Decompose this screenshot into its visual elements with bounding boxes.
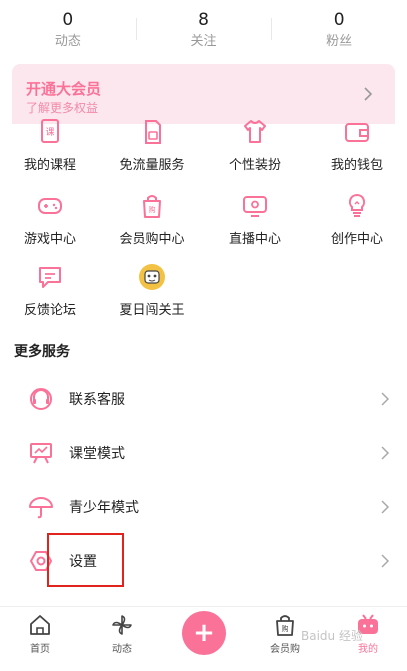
course-icon: 课 [41,119,59,143]
chevron-right-icon [381,392,390,406]
grid-item-label: 我的课程 [23,158,76,173]
summer-event-icon [139,264,165,290]
svg-text:购: 购 [282,624,289,633]
tshirt-icon [244,120,266,143]
profile-stats: 0 动态 8 关注 0 粉丝 [0,0,407,60]
service-row-label: 联系客服 [69,392,125,408]
grid-item-label: 我的钱包 [330,158,383,173]
sim-card-icon [145,120,161,144]
shopping-bag-icon: 购 [276,615,294,636]
stat-label: 粉丝 [326,34,353,49]
watermark: Baidu 经验 [301,629,363,643]
grid-item-label: 个性装扮 [228,158,281,173]
service-row-customer-service[interactable]: 联系客服 [0,372,407,426]
tab-label: 会员购 [270,644,300,655]
grid-item-wallet[interactable]: 我的钱包 [307,118,407,173]
tab-label: 首页 [30,644,50,655]
grid-item-feedback[interactable]: 反馈论坛 [0,263,100,318]
stat-label: 动态 [54,34,81,49]
classroom-board-icon [30,443,52,464]
stat-fans[interactable]: 0 粉丝 [271,0,407,60]
service-row-youth-mode[interactable]: 青少年模式 [0,480,407,534]
grid-item-label: 游戏中心 [23,232,76,247]
svg-text:课: 课 [45,127,54,138]
grid-item-summer-event[interactable]: 夏日闯关王 [102,263,202,318]
grid-item-label: 创作中心 [330,232,383,247]
grid-item-label: 反馈论坛 [23,303,76,318]
tab-home[interactable]: 首页 [5,613,75,655]
stat-value: 0 [62,10,74,30]
stat-dynamics[interactable]: 0 动态 [0,0,136,60]
grid-item-label: 免流量服务 [119,158,185,173]
svg-text:购: 购 [149,205,156,214]
tab-label: 动态 [112,644,132,655]
shopping-bag-icon: 购 [143,195,161,218]
chevron-right-icon [381,554,390,568]
umbrella-icon [29,497,53,519]
grid-item-my-courses[interactable]: 课 我的课程 [0,118,100,173]
grid-item-creator-center[interactable]: 创作中心 [307,192,407,247]
vip-title: 开通大会员 [26,80,102,98]
home-icon [30,615,50,635]
highlight-box [47,533,124,587]
grid-item-vip-shop[interactable]: 购 会员购中心 [102,192,202,247]
service-row-label: 青少年模式 [69,500,139,516]
service-row-classroom-mode[interactable]: 课堂模式 [0,426,407,480]
stat-label: 关注 [190,34,217,49]
publish-button[interactable]: + [182,611,226,655]
pinwheel-icon [112,615,132,635]
chevron-right-icon [364,87,373,101]
stat-value: 8 [198,10,209,30]
wallet-icon [345,123,369,142]
grid-item-label: 夏日闯关王 [119,303,185,318]
vip-subtitle: 了解更多权益 [26,101,99,115]
headset-icon [30,388,52,410]
vip-banner[interactable]: 开通大会员 了解更多权益 [12,64,395,124]
grid-item-theme[interactable]: 个性装扮 [205,118,305,173]
chevron-right-icon [381,446,390,460]
grid-item-live-center[interactable]: 直播中心 [205,192,305,247]
tab-dynamics[interactable]: 动态 [87,613,157,655]
lightbulb-icon [348,193,366,217]
gamepad-icon [38,198,62,214]
stat-value: 0 [333,10,345,30]
grid-item-game-center[interactable]: 游戏中心 [0,192,100,247]
service-row-label: 课堂模式 [69,446,125,462]
stat-following[interactable]: 8 关注 [135,0,272,60]
chat-bubble-icon [39,267,61,288]
grid-item-label: 会员购中心 [119,232,185,247]
grid-item-label: 直播中心 [228,232,281,247]
more-services-title: 更多服务 [14,344,70,360]
grid-item-free-data[interactable]: 免流量服务 [102,118,202,173]
chevron-right-icon [381,500,390,514]
tv-icon [243,196,267,217]
